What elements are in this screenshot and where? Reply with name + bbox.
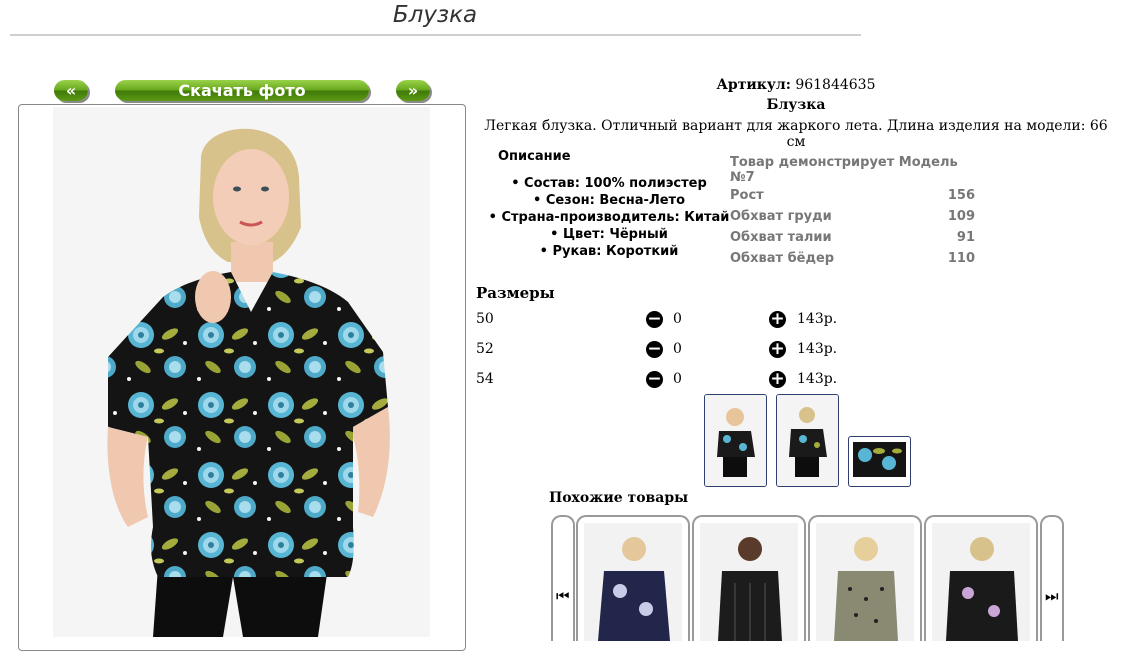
- similar-first-button[interactable]: ⏮: [551, 515, 575, 641]
- description-item: Цвет: Чёрный: [488, 226, 730, 243]
- similar-product-card[interactable]: [576, 515, 690, 641]
- minus-circle-icon[interactable]: −: [646, 311, 663, 328]
- model-row: Обхват бёдер 110: [730, 248, 975, 269]
- minus-circle-icon[interactable]: −: [646, 341, 663, 358]
- product-name: Блузка: [766, 97, 826, 113]
- size-price: 143р.: [797, 341, 838, 357]
- similar-product-card[interactable]: [808, 515, 922, 641]
- model-row-label: Обхват груди: [730, 209, 832, 224]
- prev-photo-button[interactable]: «: [54, 80, 88, 101]
- main-product-photo[interactable]: [53, 107, 430, 637]
- model-row: Обхват талии 91: [730, 227, 975, 248]
- article-label: Артикул:: [716, 77, 791, 93]
- similar-products-title: Похожие товары: [549, 490, 689, 506]
- model-row-label: Рост: [730, 188, 764, 203]
- similar-product-card[interactable]: [924, 515, 1038, 641]
- photo-thumbnail-1[interactable]: [704, 394, 767, 487]
- size-row: 50 − 0 + 143р.: [476, 311, 876, 331]
- photo-thumbnail-2[interactable]: [776, 394, 839, 487]
- model-measurements-table: Товар демонстрирует Модель №7 Рост 156 Об…: [730, 155, 975, 269]
- description-list: Состав: 100% полиэстер Сезон: Весна-Лето…: [488, 175, 730, 260]
- size-row: 52 − 0 + 143р.: [476, 341, 876, 361]
- size-qty: 0: [673, 371, 682, 387]
- size-value: 52: [476, 341, 494, 357]
- size-value: 50: [476, 311, 494, 327]
- model-title: Товар демонстрирует Модель №7: [730, 155, 958, 185]
- sizes-title: Размеры: [476, 284, 555, 302]
- product-summary: Легкая блузка. Отличный вариант для жарк…: [484, 118, 1108, 150]
- description-item: Рукав: Короткий: [488, 243, 730, 260]
- size-row: 54 − 0 + 143р.: [476, 371, 876, 391]
- plus-circle-icon[interactable]: +: [769, 311, 786, 328]
- model-row-label: Обхват бёдер: [730, 251, 835, 266]
- article-value: 961844635: [795, 77, 876, 93]
- title-divider: [10, 34, 861, 36]
- description-item: Состав: 100% полиэстер: [488, 175, 730, 192]
- size-price: 143р.: [797, 371, 838, 387]
- model-row-label: Обхват талии: [730, 230, 832, 245]
- photo-thumbnail-3[interactable]: [848, 436, 911, 487]
- model-row-value: 109: [947, 209, 975, 224]
- description-title: Описание: [498, 149, 571, 164]
- download-photo-button[interactable]: Скачать фото: [115, 80, 369, 101]
- model-row: Рост 156: [730, 185, 975, 206]
- description-item: Страна-производитель: Китай: [488, 209, 730, 226]
- size-price: 143р.: [797, 311, 838, 327]
- article-line: Артикул: 961844635: [476, 77, 1116, 93]
- similar-last-button[interactable]: ⏭: [1040, 515, 1064, 641]
- description-block: Описание Состав: 100% полиэстер Сезон: В…: [498, 149, 730, 260]
- model-row-value: 91: [956, 230, 975, 245]
- minus-circle-icon[interactable]: −: [646, 371, 663, 388]
- size-qty: 0: [673, 341, 682, 357]
- model-row-value: 156: [947, 188, 975, 203]
- similar-product-card[interactable]: [692, 515, 806, 641]
- size-value: 54: [476, 371, 494, 387]
- page-title: Блузка: [392, 2, 478, 28]
- skip-back-icon: ⏮: [556, 587, 570, 605]
- size-qty: 0: [673, 311, 682, 327]
- next-photo-button[interactable]: »: [396, 80, 430, 101]
- description-item: Сезон: Весна-Лето: [488, 192, 730, 209]
- model-row: Обхват груди 109: [730, 206, 975, 227]
- plus-circle-icon[interactable]: +: [769, 341, 786, 358]
- skip-forward-icon: ⏭: [1045, 587, 1059, 605]
- model-row-value: 110: [947, 251, 975, 266]
- plus-circle-icon[interactable]: +: [769, 371, 786, 388]
